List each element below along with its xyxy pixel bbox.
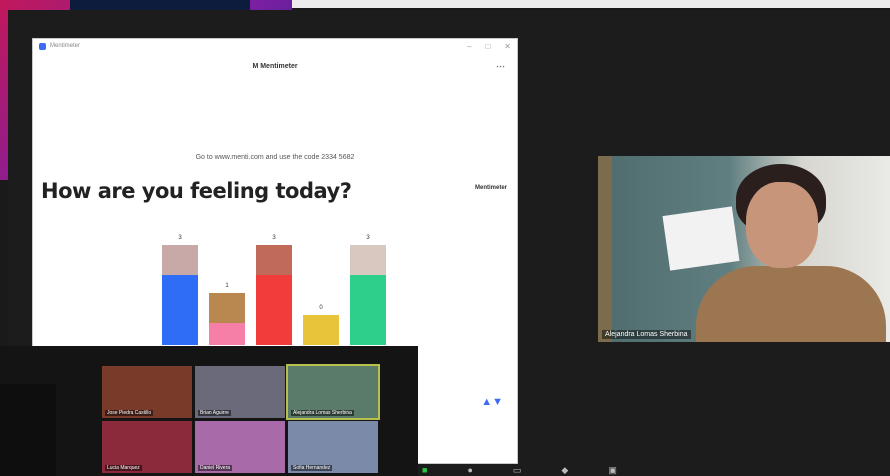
participant-tile[interactable]: Jose Piedra Castillo	[102, 366, 192, 418]
question-heading: How are you feeling today?	[41, 179, 352, 203]
participant-tile[interactable]: Daniel Rivera	[195, 421, 285, 473]
toolbar-item-participants-icon[interactable]: ●	[467, 465, 472, 475]
scroll-indicator-icon[interactable]: ▲▼	[481, 396, 503, 408]
bar-image	[256, 245, 292, 275]
speaker-video-tile[interactable]: Alejandra Lomas Sherbina	[598, 156, 890, 342]
participant-tile[interactable]: Sofia Hernandez	[288, 421, 378, 473]
bar-count-label: 3	[272, 235, 276, 241]
chart-bar: 3	[162, 235, 198, 345]
participant-name-label: Alejandra Lomas Sherbina	[291, 410, 354, 416]
bar-image	[162, 245, 198, 275]
minimize-button[interactable]: –	[467, 42, 471, 51]
results-bar-chart: 3 1 3 0 3	[33, 219, 517, 345]
chart-bar: 3	[350, 235, 386, 345]
chart-bar: 3	[256, 235, 292, 345]
bar-image	[303, 315, 339, 345]
bar-count-label: 3	[178, 235, 182, 241]
speaker-name-label: Alejandra Lomas Sherbina	[602, 330, 691, 339]
participant-name-label: Lucia Marquez	[105, 465, 142, 471]
toolbar-item-security-icon[interactable]: ■	[422, 465, 427, 475]
presentation-title: M Mentimeter	[252, 62, 298, 70]
mentimeter-logo: Mentimeter	[474, 185, 507, 191]
door-background	[598, 156, 612, 342]
presentation-header: M Mentimeter ⋯	[33, 53, 517, 79]
meeting-toolbar: ■ ● ▭ ◆ ▣	[418, 464, 890, 476]
bar-count-label: 3	[366, 235, 370, 241]
chart-bar: 1	[209, 283, 245, 345]
gallery-view-window[interactable]: Jose Piedra Castillo Brian Aguirre Alejand…	[0, 346, 418, 476]
bar-image	[209, 293, 245, 323]
close-button[interactable]: ✕	[504, 42, 511, 51]
speaker-face	[746, 182, 818, 268]
shared-window-title: Mentimeter	[50, 43, 81, 49]
mentimeter-app-icon	[39, 42, 46, 50]
bar-image	[350, 245, 386, 275]
participant-tile[interactable]: Alejandra Lomas Sherbina	[286, 364, 380, 420]
menu-icon[interactable]: ⋯	[496, 61, 505, 72]
gallery-sidebar	[0, 384, 56, 476]
speaker-body	[696, 266, 886, 342]
participant-name-label: Jose Piedra Castillo	[105, 410, 154, 416]
participant-tile[interactable]: Brian Aguirre	[195, 366, 285, 418]
participant-name-label: Daniel Rivera	[198, 465, 233, 471]
join-instructions: Go to www.menti.com and use the code 233…	[195, 154, 355, 161]
maximize-button[interactable]: □	[485, 42, 490, 51]
participant-name-label: Sofia Hernandez	[291, 465, 333, 471]
participant-name-label: Brian Aguirre	[198, 410, 231, 416]
gallery-grid: Jose Piedra Castillo Brian Aguirre Alejand…	[102, 364, 380, 476]
shared-window-titlebar[interactable]: Mentimeter – □ ✕	[33, 39, 517, 53]
toolbar-item-share-icon[interactable]: ◆	[561, 465, 568, 476]
bar-count-label: 0	[319, 305, 323, 311]
participant-tile[interactable]: Lucia Marquez	[102, 421, 192, 473]
wall-poster	[662, 206, 740, 271]
background-window-strip	[292, 0, 890, 8]
toolbar-item-record-icon[interactable]: ▣	[608, 465, 617, 476]
toolbar-item-chat-icon[interactable]: ▭	[513, 465, 522, 476]
bar-count-label: 1	[225, 283, 229, 289]
